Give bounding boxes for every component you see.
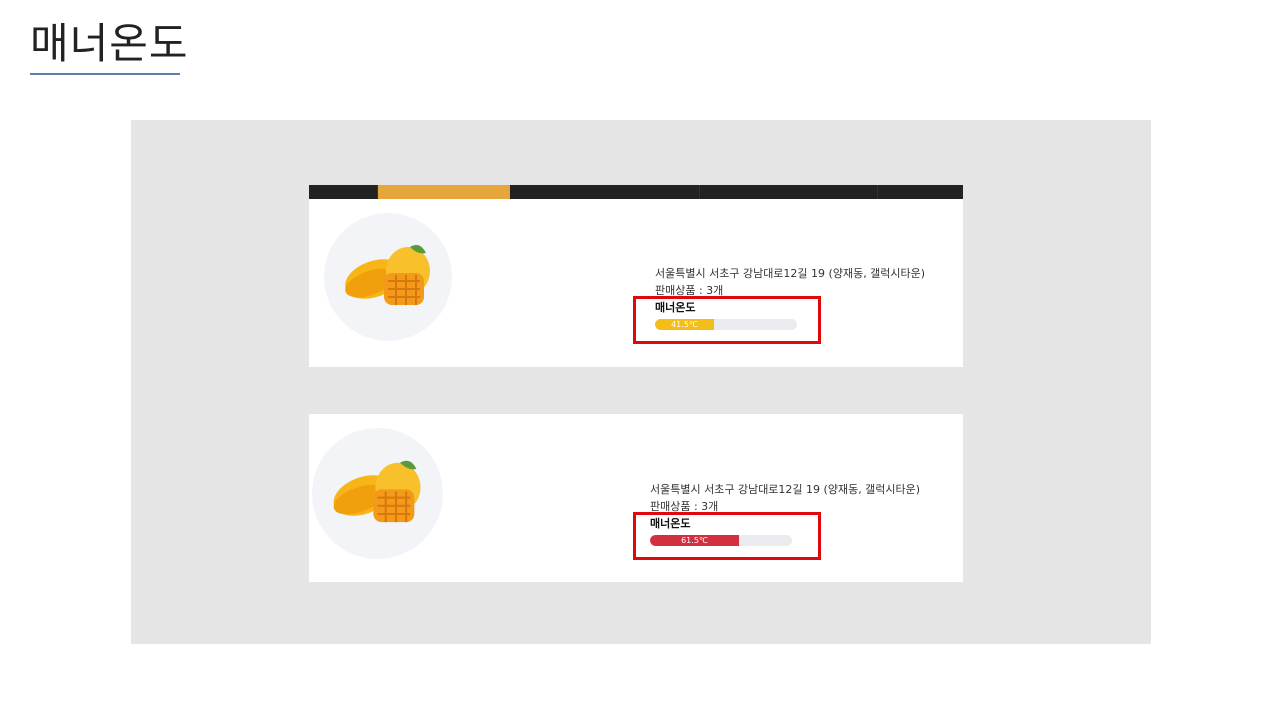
mango-icon bbox=[333, 460, 421, 523]
page-title: 매너온도 bbox=[30, 19, 189, 68]
tab-5[interactable] bbox=[878, 185, 963, 199]
product-thumbnail[interactable] bbox=[324, 213, 452, 341]
tab-4[interactable] bbox=[700, 185, 878, 199]
tab-bar bbox=[309, 185, 963, 199]
tab-1[interactable] bbox=[309, 185, 378, 199]
highlight-box bbox=[633, 512, 821, 560]
mango-icon bbox=[345, 245, 430, 305]
address-text: 서울특별시 서초구 강남대로12길 19 (양재동, 갤럭시타운) bbox=[650, 483, 921, 496]
screenshot-stage: 서울특별시 서초구 강남대로12길 19 (양재동, 갤럭시타운) 판매상품 :… bbox=[131, 120, 1151, 644]
tab-active[interactable] bbox=[378, 185, 510, 199]
tab-3[interactable] bbox=[510, 185, 700, 199]
highlight-box bbox=[633, 296, 821, 344]
address-text: 서울특별시 서초구 강남대로12길 19 (양재동, 갤럭시타운) bbox=[655, 267, 926, 280]
title-underline bbox=[30, 73, 180, 75]
product-thumbnail[interactable] bbox=[312, 428, 443, 559]
